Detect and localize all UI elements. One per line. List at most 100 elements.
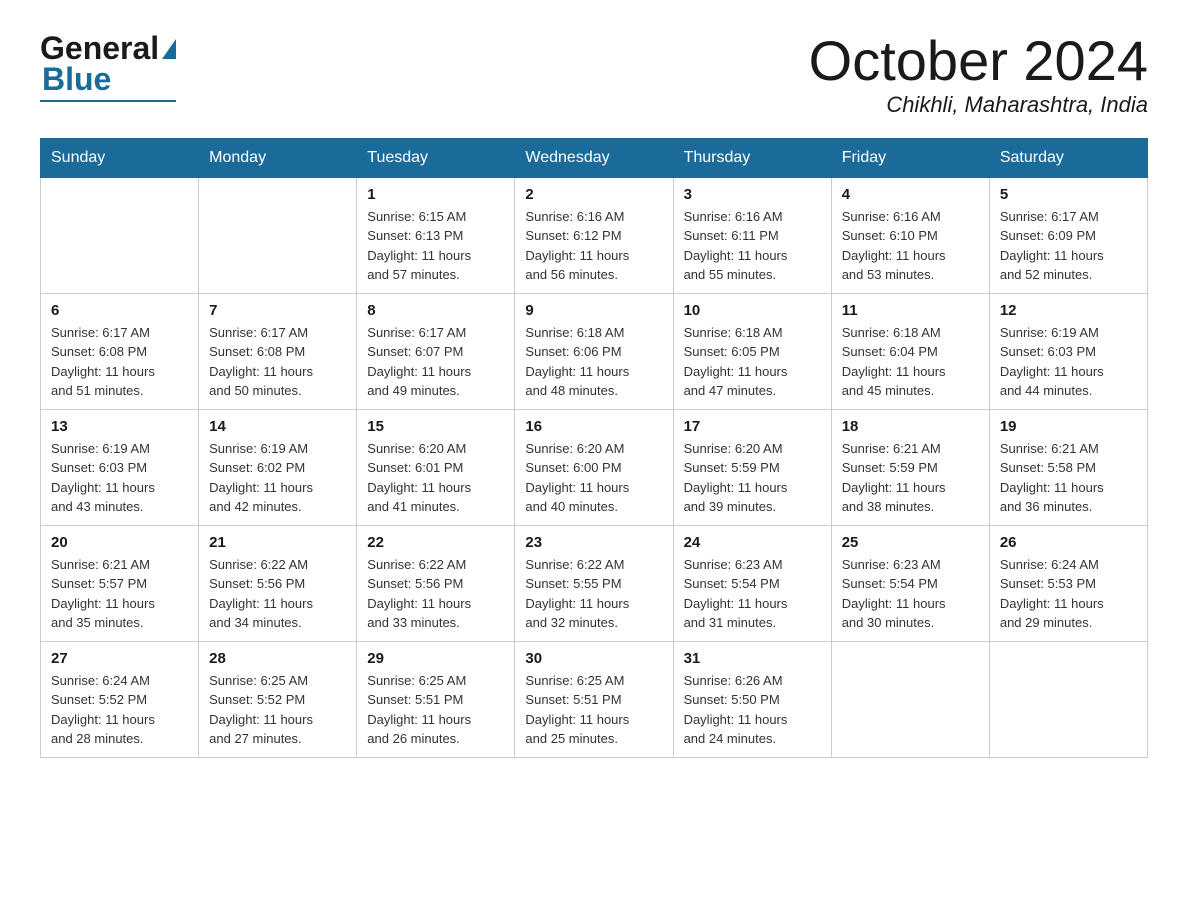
month-year-title: October 2024: [809, 30, 1148, 92]
day-number: 25: [842, 534, 979, 551]
day-info: Sunrise: 6:24 AM Sunset: 5:52 PM Dayligh…: [51, 671, 188, 749]
day-number: 15: [367, 418, 504, 435]
calendar-cell: [41, 177, 199, 293]
day-info: Sunrise: 6:19 AM Sunset: 6:02 PM Dayligh…: [209, 439, 346, 517]
calendar-cell: 2Sunrise: 6:16 AM Sunset: 6:12 PM Daylig…: [515, 177, 673, 293]
logo: General Blue: [40, 30, 176, 102]
day-info: Sunrise: 6:25 AM Sunset: 5:51 PM Dayligh…: [367, 671, 504, 749]
day-info: Sunrise: 6:22 AM Sunset: 5:56 PM Dayligh…: [367, 555, 504, 633]
calendar-cell: 11 Sunrise: 6:18 AM Sunset: 6:04 PM Dayli…: [831, 293, 989, 409]
day-number: 21: [209, 534, 346, 551]
calendar-cell: 30Sunrise: 6:25 AM Sunset: 5:51 PM Dayli…: [515, 641, 673, 757]
logo-triangle-icon: [162, 39, 176, 59]
day-number: 24: [684, 534, 821, 551]
day-number: 13: [51, 418, 188, 435]
day-number: 16: [525, 418, 662, 435]
week-row-2: 6Sunrise: 6:17 AM Sunset: 6:08 PM Daylig…: [41, 293, 1148, 409]
day-info: Sunrise: 6:25 AM Sunset: 5:51 PM Dayligh…: [525, 671, 662, 749]
calendar-header: SundayMondayTuesdayWednesdayThursdayFrid…: [41, 138, 1148, 177]
calendar-cell: 29Sunrise: 6:25 AM Sunset: 5:51 PM Dayli…: [357, 641, 515, 757]
day-header-monday: Monday: [199, 138, 357, 177]
calendar-cell: 28Sunrise: 6:25 AM Sunset: 5:52 PM Dayli…: [199, 641, 357, 757]
day-number: 14: [209, 418, 346, 435]
calendar-cell: 12 Sunrise: 6:19 AM Sunset: 6:03 PM Dayli…: [989, 293, 1147, 409]
day-header-saturday: Saturday: [989, 138, 1147, 177]
calendar-cell: 22Sunrise: 6:22 AM Sunset: 5:56 PM Dayli…: [357, 525, 515, 641]
day-number: 12: [1000, 302, 1137, 319]
day-info: Sunrise: 6:21 AM Sunset: 5:58 PM Dayligh…: [1000, 439, 1137, 517]
day-info: Sunrise: 6:17 AM Sunset: 6:08 PM Dayligh…: [209, 323, 346, 401]
day-info: Sunrise: 6:18 AM Sunset: 6:06 PM Dayligh…: [525, 323, 662, 401]
day-info: Sunrise: 6:22 AM Sunset: 5:56 PM Dayligh…: [209, 555, 346, 633]
day-header-thursday: Thursday: [673, 138, 831, 177]
week-row-3: 13 Sunrise: 6:19 AM Sunset: 6:03 PM Dayli…: [41, 409, 1148, 525]
day-info: Sunrise: 6:19 AM Sunset: 6:03 PM Dayligh…: [51, 439, 188, 517]
day-number: 18: [842, 418, 979, 435]
day-number: 10: [684, 302, 821, 319]
day-info: Sunrise: 6:21 AM Sunset: 5:57 PM Dayligh…: [51, 555, 188, 633]
week-row-1: 1 Sunrise: 6:15 AM Sunset: 6:13 PM Daylig…: [41, 177, 1148, 293]
day-number: 17: [684, 418, 821, 435]
day-info: Sunrise: 6:26 AM Sunset: 5:50 PM Dayligh…: [684, 671, 821, 749]
day-header-tuesday: Tuesday: [357, 138, 515, 177]
day-info: Sunrise: 6:18 AM Sunset: 6:05 PM Dayligh…: [684, 323, 821, 401]
calendar-cell: 16Sunrise: 6:20 AM Sunset: 6:00 PM Dayli…: [515, 409, 673, 525]
calendar-cell: 8 Sunrise: 6:17 AM Sunset: 6:07 PM Daylig…: [357, 293, 515, 409]
day-number: 9: [525, 302, 662, 319]
calendar-cell: 18Sunrise: 6:21 AM Sunset: 5:59 PM Dayli…: [831, 409, 989, 525]
day-info: Sunrise: 6:17 AM Sunset: 6:07 PM Dayligh…: [367, 323, 504, 401]
calendar-cell: 26Sunrise: 6:24 AM Sunset: 5:53 PM Dayli…: [989, 525, 1147, 641]
calendar-cell: 23 Sunrise: 6:22 AM Sunset: 5:55 PM Dayli…: [515, 525, 673, 641]
week-row-5: 27 Sunrise: 6:24 AM Sunset: 5:52 PM Dayli…: [41, 641, 1148, 757]
day-info: Sunrise: 6:15 AM Sunset: 6:13 PM Dayligh…: [367, 207, 504, 285]
calendar-cell: 10 Sunrise: 6:18 AM Sunset: 6:05 PM Dayli…: [673, 293, 831, 409]
calendar-cell: 21 Sunrise: 6:22 AM Sunset: 5:56 PM Dayli…: [199, 525, 357, 641]
day-number: 28: [209, 650, 346, 667]
day-number: 27: [51, 650, 188, 667]
day-header-wednesday: Wednesday: [515, 138, 673, 177]
title-section: October 2024 Chikhli, Maharashtra, India: [809, 30, 1148, 118]
day-info: Sunrise: 6:19 AM Sunset: 6:03 PM Dayligh…: [1000, 323, 1137, 401]
calendar-cell: 1 Sunrise: 6:15 AM Sunset: 6:13 PM Daylig…: [357, 177, 515, 293]
day-info: Sunrise: 6:16 AM Sunset: 6:12 PM Dayligh…: [525, 207, 662, 285]
location-subtitle: Chikhli, Maharashtra, India: [809, 92, 1148, 118]
logo-blue: Blue: [42, 61, 111, 97]
day-info: Sunrise: 6:16 AM Sunset: 6:10 PM Dayligh…: [842, 207, 979, 285]
calendar-cell: 31 Sunrise: 6:26 AM Sunset: 5:50 PM Dayli…: [673, 641, 831, 757]
day-number: 1: [367, 186, 504, 203]
day-number: 5: [1000, 186, 1137, 203]
calendar-cell: 14 Sunrise: 6:19 AM Sunset: 6:02 PM Dayli…: [199, 409, 357, 525]
page-header: General Blue October 2024 Chikhli, Mahar…: [40, 30, 1148, 118]
calendar-cell: 3 Sunrise: 6:16 AM Sunset: 6:11 PM Daylig…: [673, 177, 831, 293]
day-info: Sunrise: 6:16 AM Sunset: 6:11 PM Dayligh…: [684, 207, 821, 285]
calendar-body: 1 Sunrise: 6:15 AM Sunset: 6:13 PM Daylig…: [41, 177, 1148, 757]
day-header-friday: Friday: [831, 138, 989, 177]
calendar-cell: 13 Sunrise: 6:19 AM Sunset: 6:03 PM Dayli…: [41, 409, 199, 525]
calendar-cell: 19 Sunrise: 6:21 AM Sunset: 5:58 PM Dayli…: [989, 409, 1147, 525]
day-number: 26: [1000, 534, 1137, 551]
day-info: Sunrise: 6:20 AM Sunset: 5:59 PM Dayligh…: [684, 439, 821, 517]
day-number: 4: [842, 186, 979, 203]
day-info: Sunrise: 6:23 AM Sunset: 5:54 PM Dayligh…: [684, 555, 821, 633]
calendar-cell: [831, 641, 989, 757]
day-info: Sunrise: 6:20 AM Sunset: 6:01 PM Dayligh…: [367, 439, 504, 517]
calendar-cell: 24 Sunrise: 6:23 AM Sunset: 5:54 PM Dayli…: [673, 525, 831, 641]
day-number: 11: [842, 302, 979, 319]
day-info: Sunrise: 6:23 AM Sunset: 5:54 PM Dayligh…: [842, 555, 979, 633]
day-number: 20: [51, 534, 188, 551]
day-info: Sunrise: 6:22 AM Sunset: 5:55 PM Dayligh…: [525, 555, 662, 633]
day-info: Sunrise: 6:18 AM Sunset: 6:04 PM Dayligh…: [842, 323, 979, 401]
calendar-cell: 4 Sunrise: 6:16 AM Sunset: 6:10 PM Daylig…: [831, 177, 989, 293]
day-number: 8: [367, 302, 504, 319]
day-info: Sunrise: 6:17 AM Sunset: 6:08 PM Dayligh…: [51, 323, 188, 401]
calendar-cell: 6Sunrise: 6:17 AM Sunset: 6:08 PM Daylig…: [41, 293, 199, 409]
day-number: 19: [1000, 418, 1137, 435]
week-row-4: 20 Sunrise: 6:21 AM Sunset: 5:57 PM Dayli…: [41, 525, 1148, 641]
calendar-cell: [199, 177, 357, 293]
day-number: 31: [684, 650, 821, 667]
day-number: 3: [684, 186, 821, 203]
day-number: 23: [525, 534, 662, 551]
calendar-cell: 17 Sunrise: 6:20 AM Sunset: 5:59 PM Dayli…: [673, 409, 831, 525]
calendar-cell: 5Sunrise: 6:17 AM Sunset: 6:09 PM Daylig…: [989, 177, 1147, 293]
calendar-cell: 27 Sunrise: 6:24 AM Sunset: 5:52 PM Dayli…: [41, 641, 199, 757]
